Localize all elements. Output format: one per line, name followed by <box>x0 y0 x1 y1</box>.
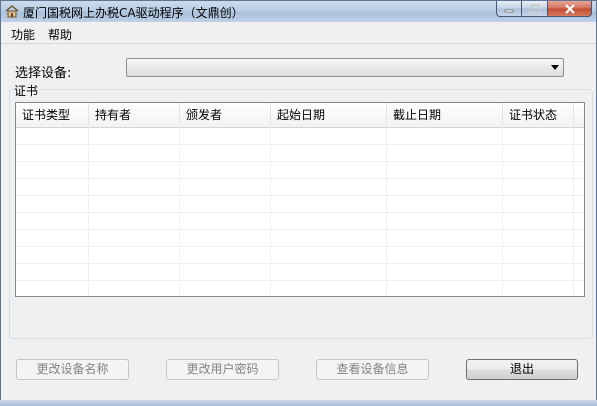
menu-function[interactable]: 功能 <box>11 26 35 43</box>
column-header-issuer[interactable]: 颁发者 <box>180 103 271 127</box>
grid-line <box>16 280 584 281</box>
device-select-label: 选择设备: <box>15 66 72 81</box>
minimize-button[interactable] <box>496 1 522 17</box>
grid-line <box>16 212 584 213</box>
house-icon <box>5 4 19 18</box>
chevron-down-icon[interactable] <box>551 65 559 70</box>
grid-line <box>16 161 584 162</box>
window-title: 厦门国税网上办税CA驱动程序（文鼎创） <box>23 6 244 20</box>
grid-line <box>16 246 584 247</box>
table-header: 证书类型 持有者 颁发者 起始日期 截止日期 证书状态 <box>16 103 584 128</box>
grid-line <box>16 263 584 264</box>
certificate-table[interactable]: 证书类型 持有者 颁发者 起始日期 截止日期 证书状态 <box>15 102 585 297</box>
close-button[interactable] <box>548 1 592 17</box>
column-header-end-date[interactable]: 截止日期 <box>387 103 503 127</box>
maximize-icon <box>529 4 540 13</box>
certificate-group-title: 证书 <box>13 82 40 99</box>
menu-help[interactable]: 帮助 <box>48 26 72 43</box>
menu-bar: 功能 帮助 <box>1 23 596 43</box>
title-bar[interactable]: 厦门国税网上办税CA驱动程序（文鼎创） <box>1 1 596 22</box>
rename-device-button[interactable]: 更改设备名称 <box>16 359 129 380</box>
menu-divider <box>1 43 596 44</box>
grid-line <box>16 195 584 196</box>
grid-line <box>16 144 584 145</box>
column-header-start-date[interactable]: 起始日期 <box>271 103 387 127</box>
view-device-info-button[interactable]: 查看设备信息 <box>316 359 429 380</box>
grid-line <box>16 229 584 230</box>
device-select[interactable] <box>126 58 564 77</box>
column-header-holder[interactable]: 持有者 <box>89 103 180 127</box>
column-header-cert-type[interactable]: 证书类型 <box>16 103 89 127</box>
main-window: 厦门国税网上办税CA驱动程序（文鼎创） 功能 帮助 选择设备: 证书 证书类型 … <box>0 0 597 406</box>
column-header-cert-status[interactable]: 证书状态 <box>503 103 574 127</box>
grid-line <box>16 178 584 179</box>
close-icon <box>564 3 575 14</box>
maximize-button[interactable] <box>522 1 548 17</box>
minimize-icon <box>504 9 514 12</box>
desktop-background <box>0 400 597 406</box>
change-pin-button[interactable]: 更改用户密码 <box>166 359 279 380</box>
exit-button[interactable]: 退出 <box>466 359 578 380</box>
window-controls <box>496 1 592 17</box>
